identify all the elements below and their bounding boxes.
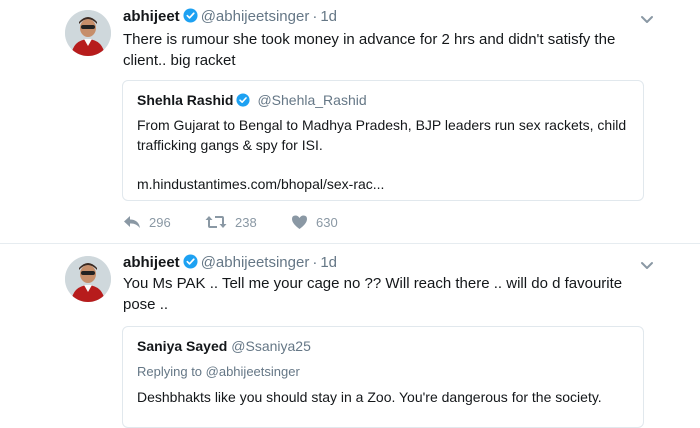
timestamp[interactable]: 1d: [320, 254, 337, 271]
separator-dot: ·: [312, 8, 318, 25]
tweet[interactable]: abhijeet @abhijeetsinger · 1d There is rumo…: [0, 0, 700, 243]
quoted-author-name: Saniya Sayed: [137, 338, 228, 354]
tweet[interactable]: abhijeet @abhijeetsinger · 1d You Ms PAK ..…: [0, 244, 700, 428]
quoted-tweet-text: Deshbhakts like you should stay in a Zoo…: [137, 389, 602, 405]
quoted-tweet-header: Shehla Rashid @Shehla_Rashid: [137, 92, 367, 110]
timestamp[interactable]: 1d: [320, 8, 337, 25]
tweet-feed: abhijeet @abhijeetsinger · 1d There is rumo…: [0, 0, 700, 428]
replying-to-label: Replying to @abhijeetsinger: [137, 364, 300, 379]
author-handle[interactable]: @abhijeetsinger: [201, 8, 310, 25]
quoted-author-handle: @Shehla_Rashid: [257, 92, 367, 108]
quoted-tweet-link[interactable]: m.hindustantimes.com/bhopal/sex-rac...: [137, 176, 384, 192]
quoted-tweet[interactable]: Saniya Sayed @Ssaniya25 Replying to @abhi…: [122, 326, 644, 428]
author-name[interactable]: abhijeet: [123, 8, 180, 25]
reply-count: 296: [149, 214, 171, 230]
reply-button[interactable]: 296: [123, 212, 171, 232]
reply-icon: [123, 214, 141, 230]
avatar[interactable]: [65, 10, 111, 56]
verified-badge-icon: [183, 254, 198, 273]
retweet-count: 238: [235, 214, 257, 230]
quoted-tweet-header: Saniya Sayed @Ssaniya25: [137, 338, 311, 354]
quoted-author-name: Shehla Rashid: [137, 92, 234, 108]
tweet-header: abhijeet @abhijeetsinger · 1d: [123, 8, 337, 27]
retweet-button[interactable]: 238: [205, 212, 257, 232]
author-name[interactable]: abhijeet: [123, 254, 180, 271]
verified-badge-icon: [236, 93, 251, 110]
tweet-header: abhijeet @abhijeetsinger · 1d: [123, 254, 337, 273]
like-button[interactable]: 630: [291, 212, 338, 232]
quoted-tweet-text: From Gujarat to Bengal to Madhya Pradesh…: [137, 117, 627, 153]
author-handle[interactable]: @abhijeetsinger: [201, 254, 310, 271]
avatar[interactable]: [65, 256, 111, 302]
like-count: 630: [316, 214, 338, 230]
retweet-icon: [205, 214, 227, 230]
separator-dot: ·: [312, 254, 318, 271]
heart-icon: [291, 214, 308, 230]
chevron-down-icon[interactable]: [640, 258, 654, 269]
tweet-text: There is rumour she took money in advanc…: [123, 31, 616, 69]
quoted-tweet[interactable]: Shehla Rashid @Shehla_Rashid From Gujarat…: [122, 80, 644, 201]
tweet-text: You Ms PAK .. Tell me your cage no ?? Wi…: [123, 275, 623, 313]
quoted-author-handle: @Ssaniya25: [231, 338, 311, 354]
chevron-down-icon[interactable]: [640, 12, 654, 23]
verified-badge-icon: [183, 8, 198, 27]
